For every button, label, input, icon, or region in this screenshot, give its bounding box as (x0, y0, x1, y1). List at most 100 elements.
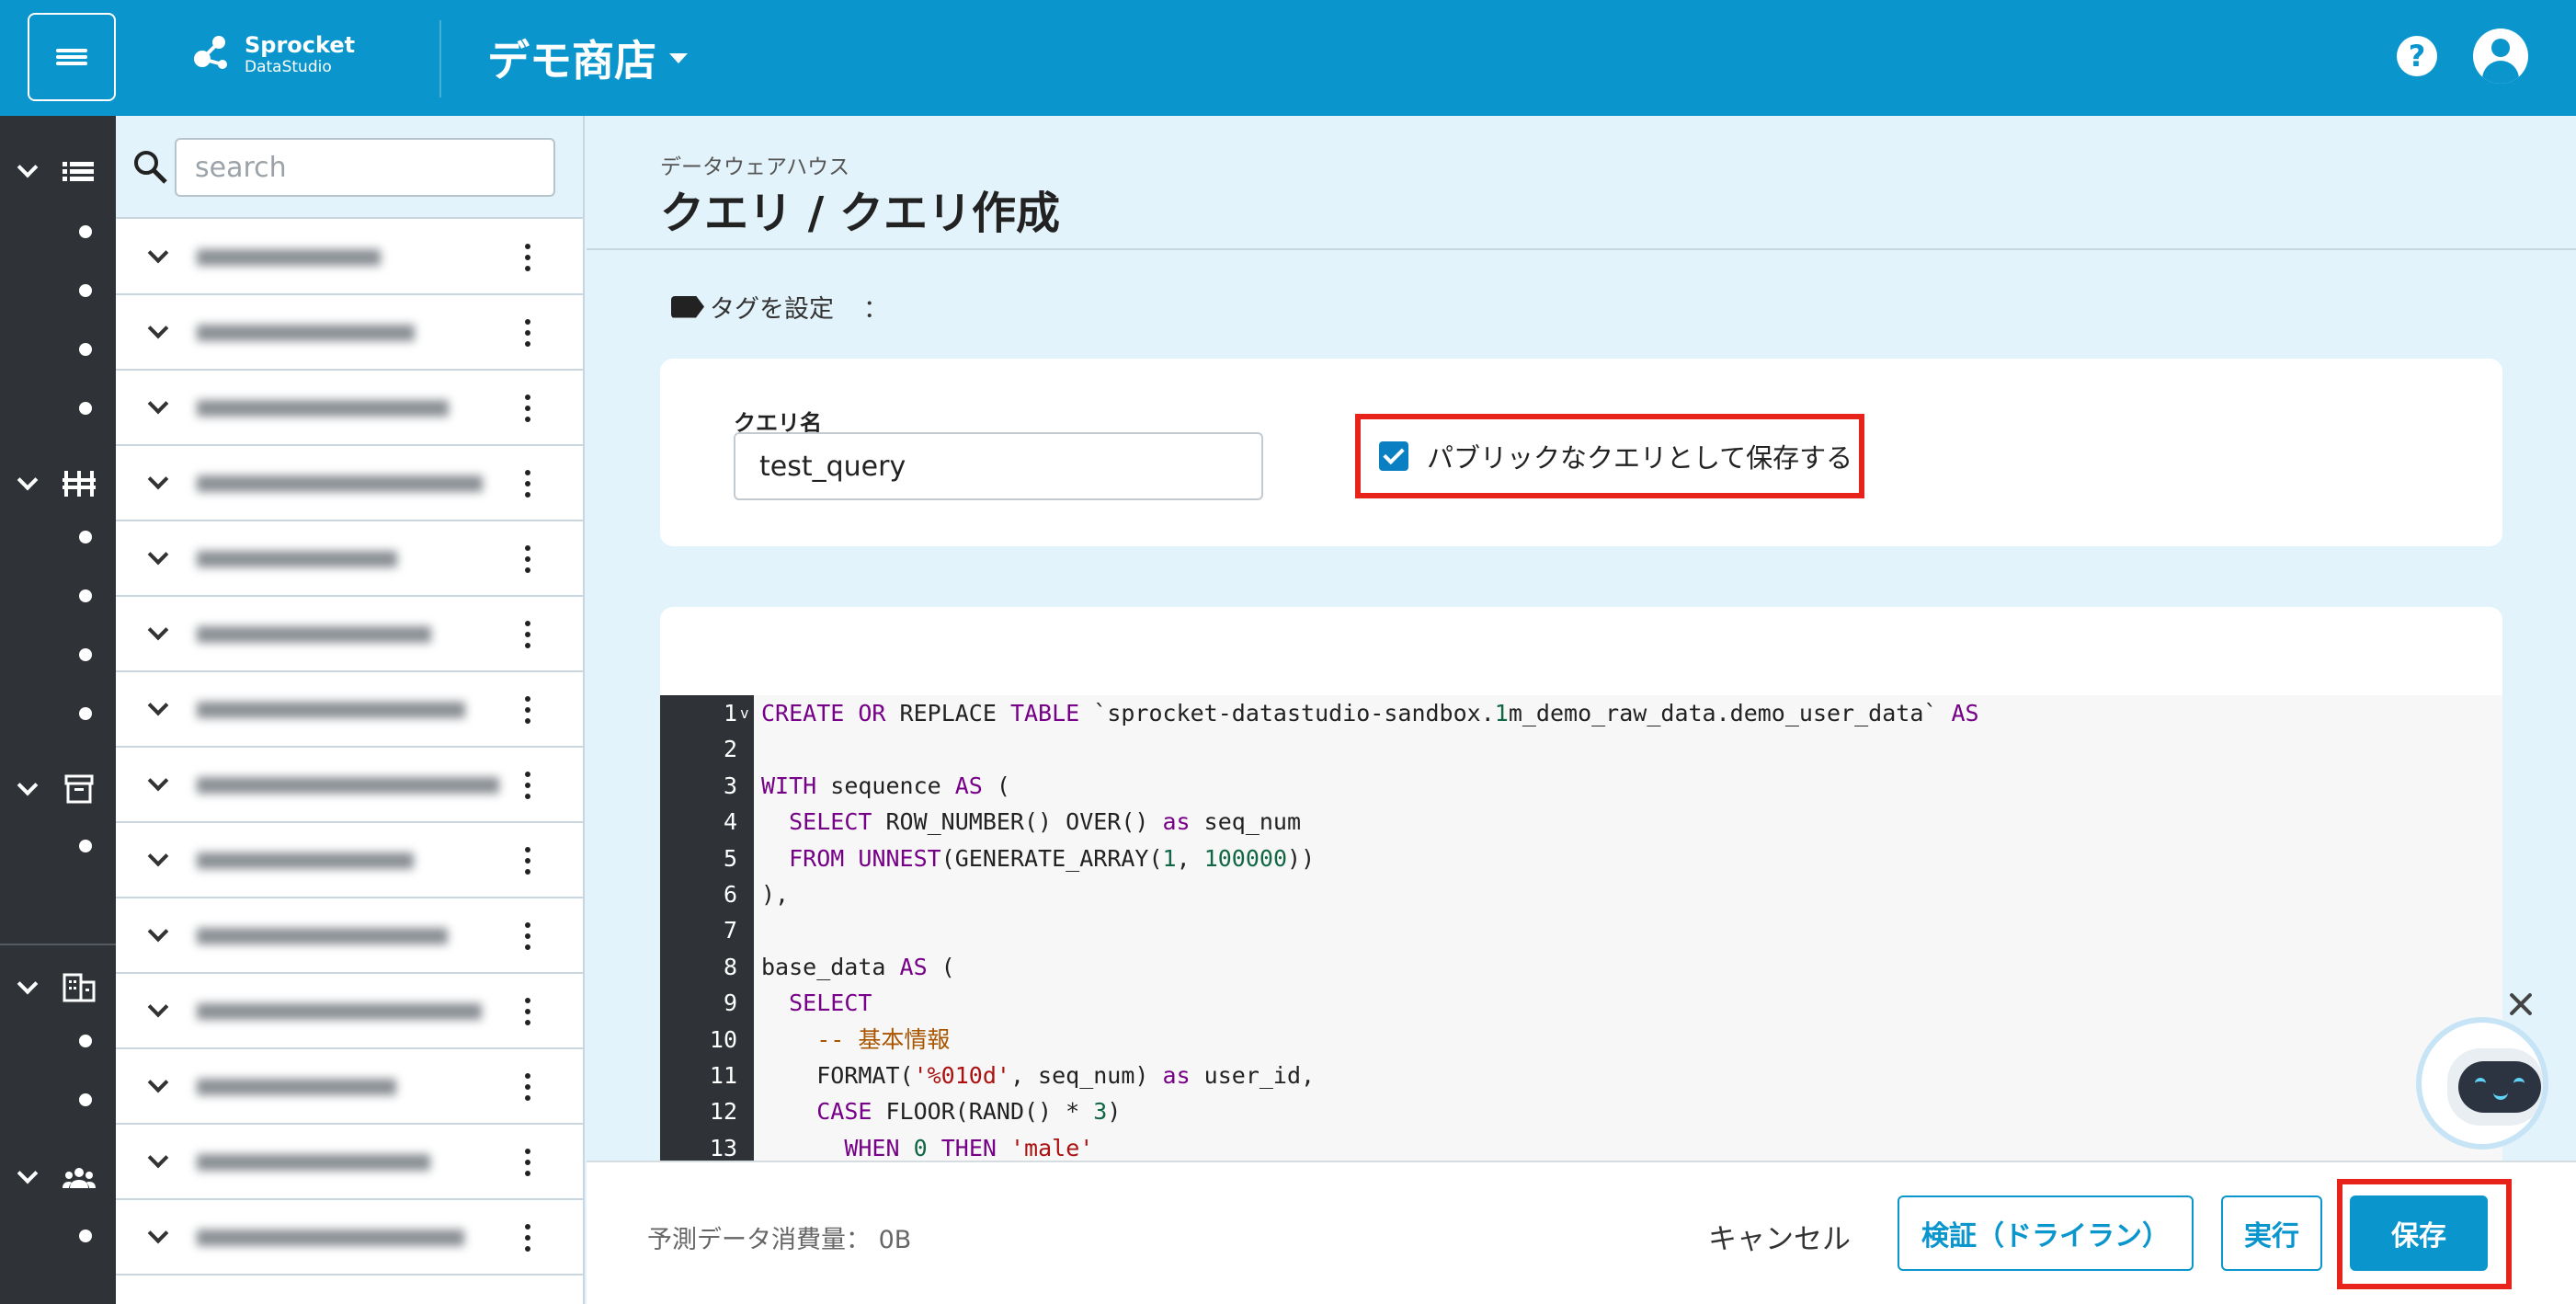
nav-group-users[interactable] (0, 1150, 116, 1205)
nav-item[interactable] (79, 840, 92, 852)
line-number: 12 (709, 1098, 737, 1126)
hamburger-icon (56, 46, 87, 68)
chevron-down-icon[interactable] (147, 1071, 169, 1093)
search-input[interactable]: search (175, 138, 555, 197)
query-settings-card: クエリ名 test_query パブリックなクエリとして保存する (660, 359, 2502, 546)
list-item[interactable] (116, 521, 583, 597)
more-vert-icon[interactable] (524, 922, 531, 950)
more-vert-icon[interactable] (524, 772, 531, 799)
save-button[interactable]: 保存 (2350, 1195, 2488, 1271)
chevron-down-icon[interactable] (147, 468, 169, 490)
more-vert-icon[interactable] (524, 244, 531, 271)
public-query-checkbox[interactable]: パブリックなクエリとして保存する (1355, 414, 1864, 498)
more-vert-icon[interactable] (524, 395, 531, 422)
code-line[interactable]: 9 SELECT (660, 985, 2502, 1021)
logo[interactable]: Sprocket DataStudio (191, 33, 355, 75)
list-item-name (197, 996, 500, 1027)
checkbox-checked-icon[interactable] (1379, 441, 1408, 471)
code-line[interactable]: 5 FROM UNNEST(GENERATE_ARRAY(1, 100000)) (660, 841, 2502, 876)
question-circle-icon[interactable]: ? (2397, 36, 2437, 76)
nav-item[interactable] (79, 531, 92, 543)
chevron-down-icon[interactable] (147, 921, 169, 943)
code-line[interactable]: 3 WITH sequence AS ( (660, 768, 2502, 804)
more-vert-icon[interactable] (524, 319, 531, 347)
nav-item[interactable] (79, 707, 92, 720)
nav-item[interactable] (79, 225, 92, 238)
list-item-name (197, 1222, 500, 1253)
nav-group-organization[interactable] (0, 960, 116, 1015)
chevron-down-icon[interactable] (147, 694, 169, 716)
nav-item[interactable] (79, 1093, 92, 1106)
nav-item[interactable] (79, 284, 92, 297)
list-item[interactable] (116, 597, 583, 672)
list-item[interactable] (116, 1200, 583, 1275)
more-vert-icon[interactable] (524, 621, 531, 648)
more-vert-icon[interactable] (524, 545, 531, 573)
more-vert-icon[interactable] (524, 470, 531, 498)
chevron-down-icon[interactable] (147, 845, 169, 867)
nav-item[interactable] (79, 1035, 92, 1047)
nav-item[interactable] (79, 402, 92, 415)
list-item[interactable] (116, 371, 583, 446)
tag-setting[interactable]: タグを設定 ： (671, 289, 888, 325)
list-item[interactable] (116, 672, 583, 748)
code-text: FORMAT('%010d', seq_num) as user_id, (761, 1062, 1316, 1089)
estimated-data-usage: 予測データ消費量： 0B (647, 1226, 912, 1254)
code-line[interactable]: 8 base_data AS ( (660, 949, 2502, 985)
nav-group-list[interactable] (0, 143, 116, 199)
list-item[interactable] (116, 748, 583, 823)
more-vert-icon[interactable] (524, 1224, 531, 1252)
code-line[interactable]: 6), (660, 876, 2502, 912)
fold-icon[interactable]: v (740, 695, 749, 731)
more-vert-icon[interactable] (524, 847, 531, 875)
nav-item[interactable] (79, 589, 92, 602)
code-line[interactable]: 4 SELECT ROW_NUMBER() OVER() as seq_num (660, 804, 2502, 840)
list-item[interactable] (116, 446, 583, 521)
caret-down-icon (669, 52, 688, 63)
list-item[interactable] (116, 1049, 583, 1125)
nav-item[interactable] (79, 1230, 92, 1242)
more-vert-icon[interactable] (524, 1073, 531, 1101)
query-name-input[interactable]: test_query (734, 432, 1263, 500)
code-line[interactable]: 12 CASE FLOOR(RAND() * 3) (660, 1093, 2502, 1129)
list-item[interactable] (116, 974, 583, 1049)
nav-item[interactable] (79, 343, 92, 356)
breadcrumb[interactable]: データウェアハウス (660, 149, 849, 180)
close-icon[interactable] (2504, 988, 2537, 1021)
shop-selector[interactable]: デモ商店 (487, 28, 688, 88)
chevron-down-icon[interactable] (147, 393, 169, 415)
list-item[interactable] (116, 898, 583, 974)
account-circle-icon[interactable] (2473, 29, 2528, 84)
list-item[interactable] (116, 823, 583, 898)
list-item-name (197, 1147, 500, 1178)
cancel-button[interactable]: キャンセル (1708, 1216, 1851, 1257)
nav-group-pipeline[interactable] (0, 456, 116, 511)
action-bar: 予測データ消費量： 0B キャンセル 検証（ドライラン） 実行 保存 (587, 1161, 2576, 1304)
more-vert-icon[interactable] (524, 1149, 531, 1176)
more-vert-icon[interactable] (524, 696, 531, 724)
chevron-down-icon[interactable] (147, 770, 169, 792)
code-line[interactable]: 10 -- 基本情報 (660, 1022, 2502, 1058)
chevron-down-icon[interactable] (147, 996, 169, 1018)
chevron-down-icon[interactable] (147, 1222, 169, 1244)
nav-item[interactable] (79, 648, 92, 661)
code-line[interactable]: 2 (660, 731, 2502, 767)
list-item[interactable] (116, 295, 583, 371)
code-line[interactable]: 11 FORMAT('%010d', seq_num) as user_id, (660, 1058, 2502, 1093)
chevron-down-icon (17, 469, 39, 491)
chevron-down-icon[interactable] (147, 1147, 169, 1169)
run-button[interactable]: 実行 (2221, 1195, 2322, 1271)
chevron-down-icon[interactable] (147, 242, 169, 264)
chevron-down-icon[interactable] (147, 543, 169, 566)
list-item[interactable] (116, 1125, 583, 1200)
chatbot-icon[interactable] (2422, 1023, 2543, 1144)
hamburger-menu-button[interactable] (28, 13, 116, 101)
more-vert-icon[interactable] (524, 998, 531, 1025)
list-item[interactable] (116, 220, 583, 295)
dry-run-button[interactable]: 検証（ドライラン） (1898, 1195, 2194, 1271)
nav-group-archive[interactable] (0, 761, 116, 817)
chevron-down-icon[interactable] (147, 619, 169, 641)
chevron-down-icon[interactable] (147, 317, 169, 339)
code-line[interactable]: 7 (660, 912, 2502, 948)
code-line[interactable]: 1 CREATE OR REPLACE TABLE `sprocket-datas… (660, 695, 2502, 731)
